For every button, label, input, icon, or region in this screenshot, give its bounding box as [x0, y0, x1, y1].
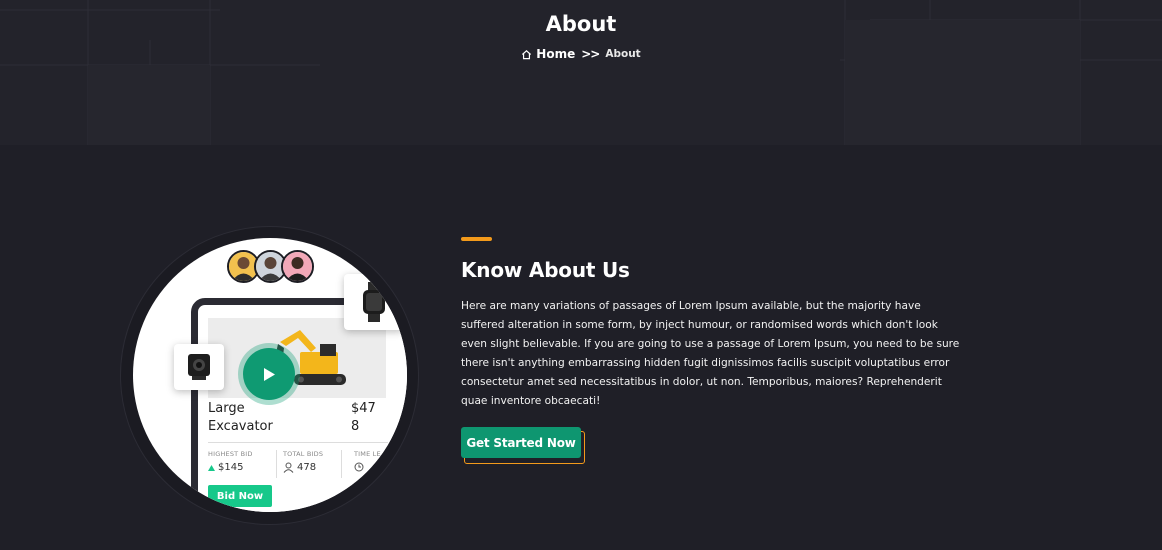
clock-icon	[354, 462, 364, 472]
action-camera-icon	[188, 354, 210, 380]
section-title: Know About Us	[461, 258, 630, 282]
product-title: Large Excavator	[208, 401, 273, 434]
breadcrumb-separator: >>	[581, 47, 600, 61]
arrow-up-icon	[208, 464, 215, 471]
smartwatch-card	[344, 274, 404, 330]
watch-icon	[363, 282, 385, 322]
stat-total-bids: TOTAL BIDS 478	[283, 450, 324, 473]
avatar	[281, 250, 314, 283]
stat-separator	[341, 450, 342, 478]
play-video-ring	[238, 343, 300, 405]
about-paragraph: Here are many variations of passages of …	[461, 300, 960, 407]
breadcrumb-home-label: Home	[536, 47, 576, 61]
get-started-button[interactable]: Get Started Now	[461, 427, 581, 458]
breadcrumb-current: About	[605, 48, 641, 60]
illustration-circle: Large Excavator $47 8 HIGHEST BID $145 T…	[133, 238, 407, 512]
home-icon	[522, 49, 532, 59]
stat-highest-bid: HIGHEST BID $145	[208, 450, 253, 473]
play-icon	[264, 367, 275, 381]
bid-now-button[interactable]: Bid Now	[208, 485, 272, 507]
page-hero: About Home >> About	[0, 0, 1162, 145]
product-price: $47 8	[351, 401, 376, 434]
action-camera-card	[174, 344, 224, 390]
section-accent-bar	[461, 237, 492, 241]
breadcrumb-home-link[interactable]: Home	[521, 47, 575, 61]
user-icon	[283, 462, 294, 473]
stat-separator	[276, 450, 277, 478]
play-video-button[interactable]	[243, 348, 295, 400]
card-divider	[208, 442, 388, 443]
breadcrumb: Home >> About	[0, 47, 1162, 61]
stat-time-left: TIME LE	[354, 450, 381, 472]
page-title: About	[545, 12, 617, 36]
bidder-avatars	[227, 250, 314, 283]
